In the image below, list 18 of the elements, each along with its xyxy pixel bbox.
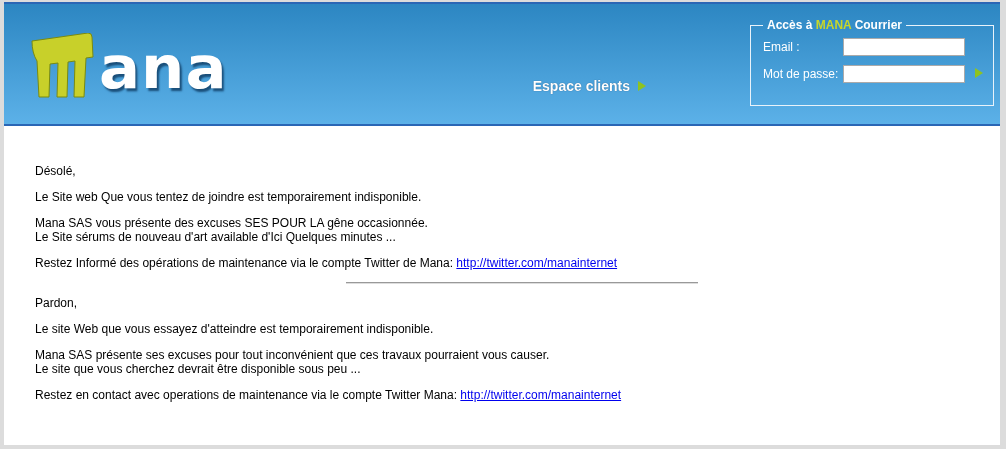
paragraph: Désolé, xyxy=(35,164,77,178)
paragraph: Le Site web Que vous tentez de joindre est temporairement indisponible. xyxy=(35,190,423,204)
paragraph: Le site Web que vous essayez d'atteindre est temporairement indisponible. xyxy=(35,322,435,336)
paragraph: Mana SAS présente ses excuses pour tout inconvénient que ces travaux pourraient vous causer. Le site que vous cherchez devrait être disponible sous peu ... xyxy=(35,348,551,376)
field-label: Mot de passe: xyxy=(763,67,840,81)
input-field[interactable] xyxy=(843,65,965,83)
arrow-icon[interactable] xyxy=(638,81,646,91)
twitter-link[interactable]: http://twitter.com/manainternet xyxy=(456,256,618,270)
twitter-link[interactable]: http://twitter.com/manainternet xyxy=(460,388,622,402)
field-label: Email : xyxy=(763,40,801,54)
input-field[interactable] xyxy=(843,38,965,56)
paragraph: Mana SAS vous présente des excuses SES POUR LA gêne occasionnée. Le Site sérums de nouveau d'art available d'Ici Quelques minutes ... xyxy=(35,216,429,244)
login-title: Accès à MANA Courrier xyxy=(766,18,903,32)
arrow-icon[interactable] xyxy=(975,67,983,78)
paragraph: Pardon, xyxy=(35,296,79,310)
paragraph: Restez en contact avec operations de maintenance via le compte Twitter Mana: http://twitter.com/manainternet xyxy=(35,388,623,402)
logo-text: ana xyxy=(98,39,228,97)
paragraph: Restez Informé des opérations de maintenance via le compte Twitter de Mana: http://twitter.com/manainternet xyxy=(35,256,619,270)
